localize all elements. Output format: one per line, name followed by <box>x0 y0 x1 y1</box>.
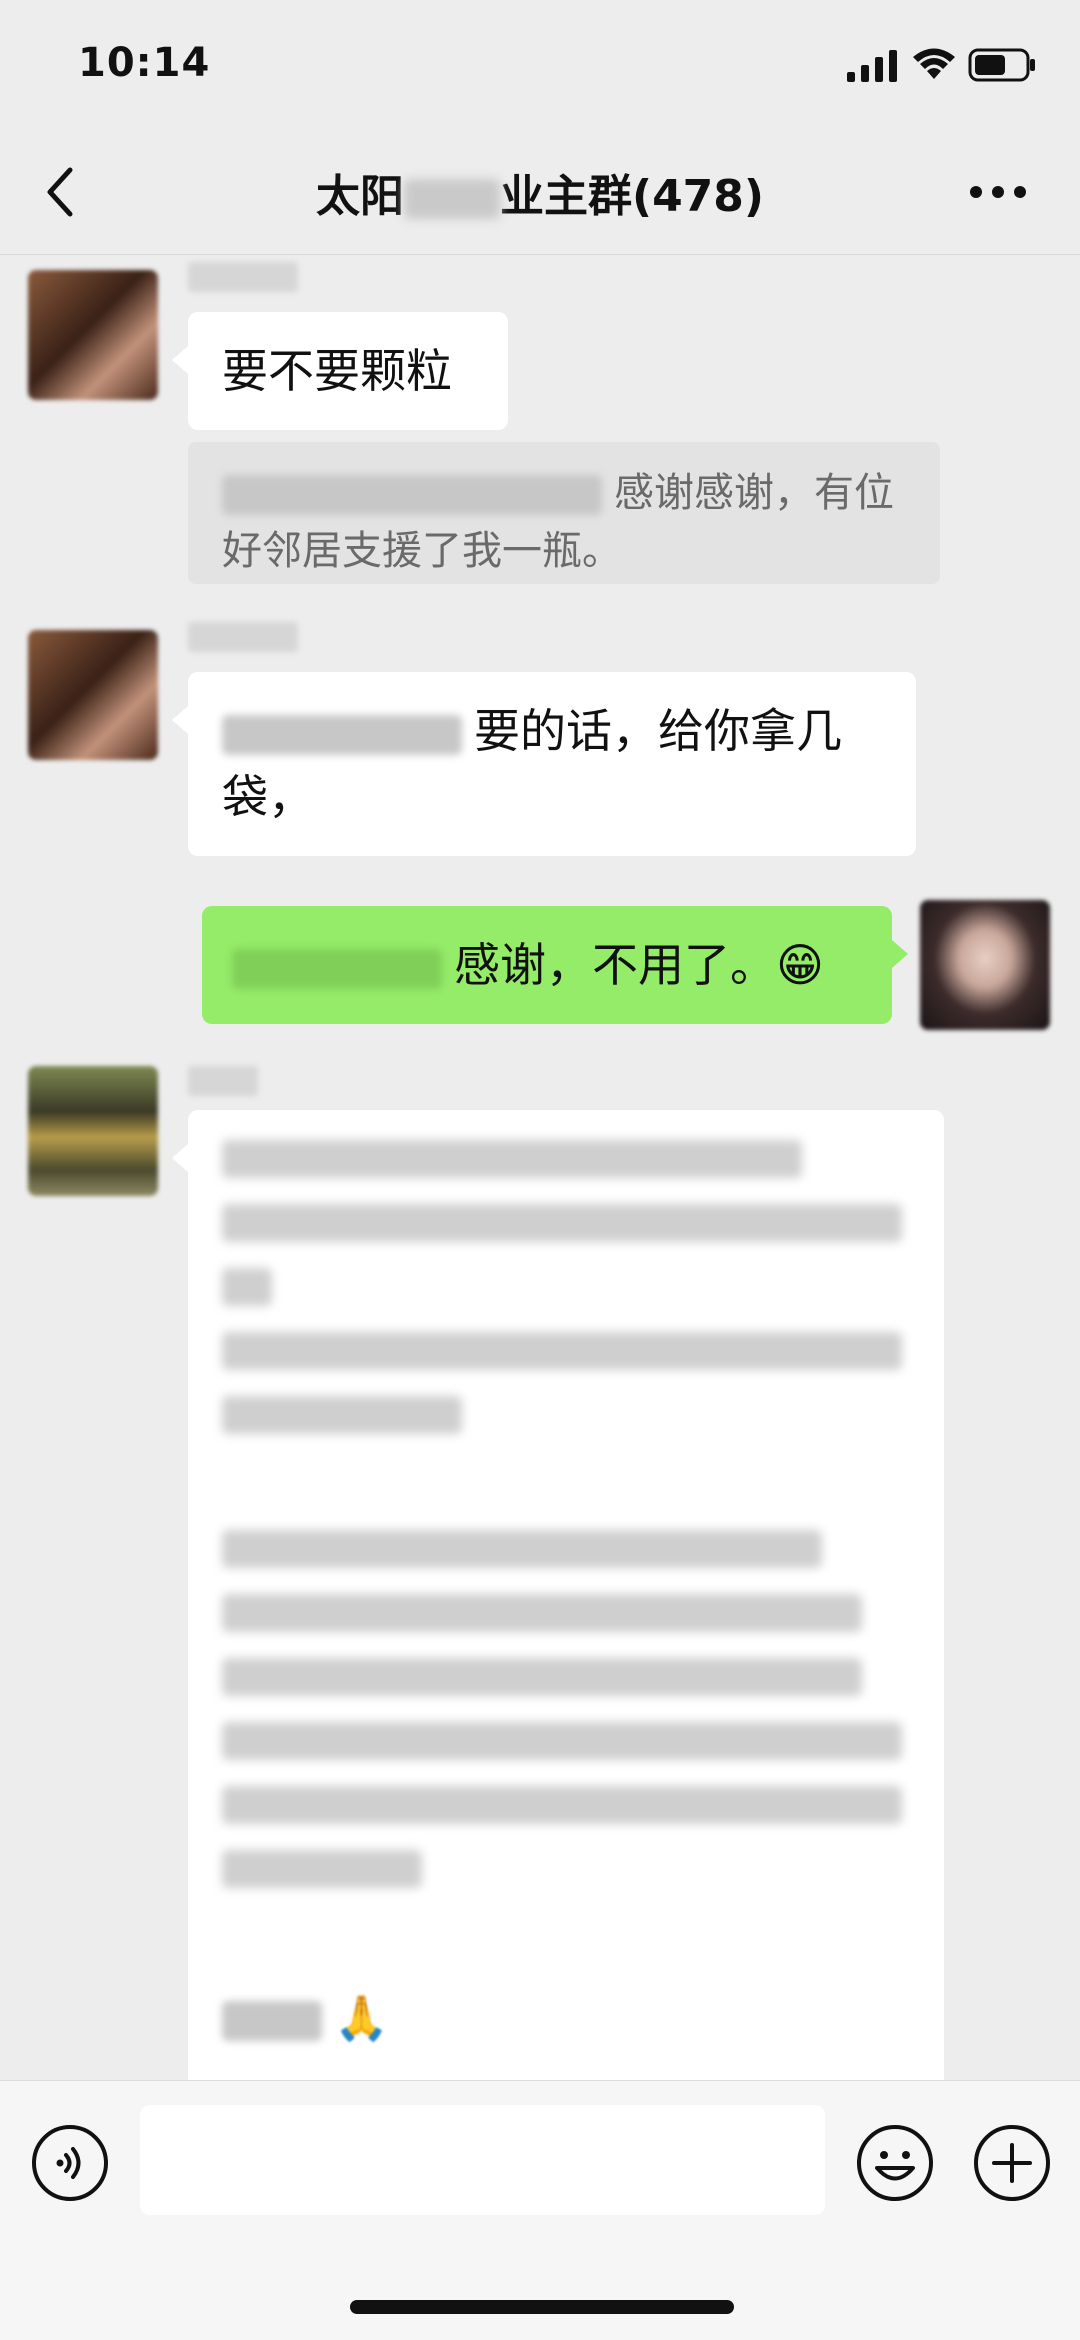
blurred-text-line <box>222 1530 822 1568</box>
blurred-text-line <box>222 1332 902 1370</box>
closing-line: 🙏 <box>222 1984 910 2052</box>
sender-nickname <box>188 1066 258 1096</box>
sender-nickname <box>188 262 298 292</box>
message-text-1: 要的话，给你拿几 <box>474 704 842 758</box>
my-message-text: 感谢，不用了。 <box>454 938 776 992</box>
message-line-1: 要的话，给你拿几 <box>222 698 882 764</box>
blurred-text-line <box>222 1268 272 1306</box>
status-bar: 10:14 <box>0 0 1080 130</box>
title-suffix: 业主群 <box>499 171 632 222</box>
voice-input-icon[interactable] <box>30 2123 110 2203</box>
signal-bars-icon <box>847 50 897 82</box>
mention-redacted <box>222 714 462 755</box>
emoji-icon[interactable] <box>855 2123 935 2203</box>
quote-text-1: 感谢感谢，有位 <box>614 470 894 516</box>
message-bubble[interactable]: 要的话，给你拿几 袋， <box>172 672 916 856</box>
avatar[interactable] <box>28 630 158 760</box>
message-bubble[interactable]: 要不要颗粒 <box>172 312 508 430</box>
blurred-text-line <box>222 1658 862 1696</box>
my-avatar[interactable] <box>920 900 1050 1030</box>
member-count: (478) <box>631 171 765 222</box>
battery-icon <box>968 48 1035 82</box>
plus-icon[interactable] <box>972 2123 1052 2203</box>
title-redacted <box>403 179 500 219</box>
quote-redacted <box>222 475 602 515</box>
blurred-text-line <box>222 1204 902 1242</box>
blurred-text-line <box>222 1396 462 1434</box>
blurred-text-line <box>222 1786 902 1824</box>
chat-title: 太阳 业主群(478) <box>0 160 1080 224</box>
praying-hands-emoji: 🙏 <box>334 1993 389 2044</box>
wifi-icon <box>913 48 955 79</box>
chat-header: 太阳 业主群(478) <box>0 130 1080 255</box>
message-text: 要不要颗粒 <box>222 344 452 398</box>
blurred-text-line <box>222 1850 422 1888</box>
blurred-text-line <box>222 1140 802 1178</box>
status-time: 10:14 <box>78 40 211 86</box>
sender-nickname <box>188 622 298 652</box>
quote-text-2: 好邻居支援了我一瓶。 <box>222 528 622 574</box>
blurred-text <box>222 2000 322 2041</box>
avatar[interactable] <box>28 270 158 400</box>
blurred-text-line <box>222 1594 862 1632</box>
blurred-text-line <box>222 1722 902 1760</box>
avatar[interactable] <box>28 1066 158 1196</box>
my-message-bubble[interactable]: 感谢，不用了。😁 <box>202 906 908 1024</box>
message-input[interactable] <box>140 2105 825 2215</box>
mention-redacted <box>232 948 442 989</box>
home-indicator <box>350 2300 734 2314</box>
title-prefix: 太阳 <box>315 171 404 222</box>
quote-line-1: 感谢感谢，有位 <box>222 464 906 522</box>
message-text-2: 袋， <box>222 770 314 824</box>
grin-emoji: 😁 <box>776 938 824 992</box>
quoted-message[interactable]: 感谢感谢，有位 好邻居支援了我一瓶。 <box>188 442 940 584</box>
more-dots-icon[interactable] <box>968 174 1028 210</box>
long-message-bubble[interactable]: 🙏 <box>172 1110 944 2110</box>
